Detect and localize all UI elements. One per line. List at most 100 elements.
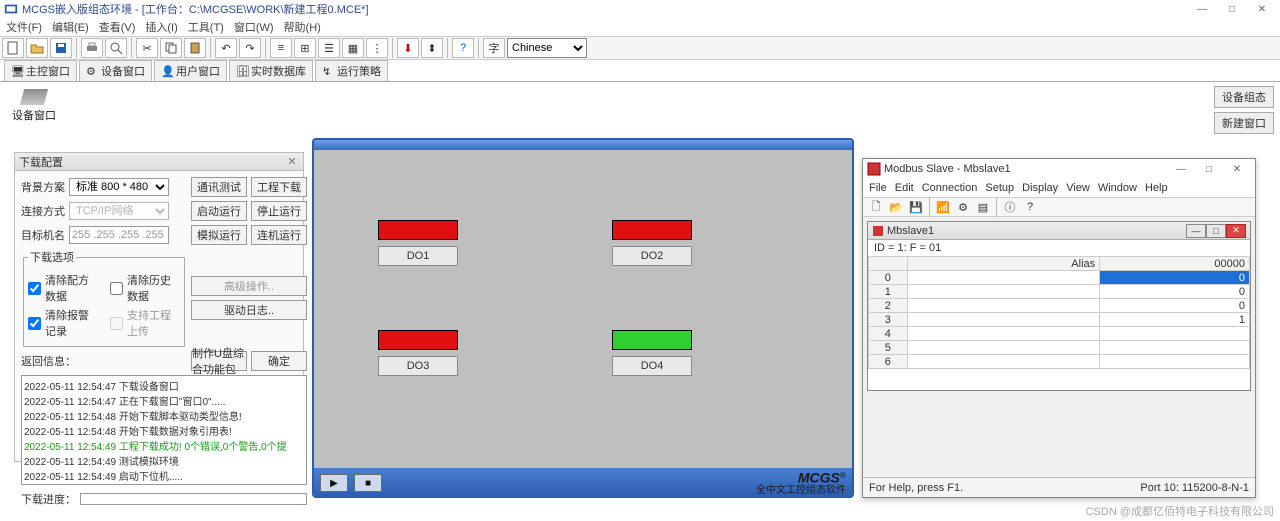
modbus-menu-view[interactable]: View	[1066, 182, 1090, 194]
tab-main-window[interactable]: 🖥主控窗口	[4, 60, 77, 81]
cut-icon[interactable]: ✂	[136, 38, 158, 58]
modbus-doc-header[interactable]: Mbslave1 — □ ✕	[868, 222, 1250, 240]
modbus-menu-edit[interactable]: Edit	[895, 182, 914, 194]
align-icon[interactable]: ≡	[270, 38, 292, 58]
modbus-row[interactable]: 20	[869, 299, 1250, 313]
ok-button[interactable]: 确定	[251, 351, 307, 371]
open-icon[interactable]	[26, 38, 48, 58]
modbus-row-alias[interactable]	[907, 313, 1100, 327]
tab-user-window[interactable]: 👤用户窗口	[154, 60, 227, 81]
mb-open-icon[interactable]: 📂	[887, 199, 905, 215]
runtime-titlebar[interactable]	[314, 140, 852, 150]
new-window-button[interactable]: 新建窗口	[1214, 112, 1274, 134]
tab-device-window[interactable]: ⚙设备窗口	[79, 60, 152, 81]
mb-doc-icon[interactable]: ▤	[974, 199, 992, 215]
device-panel-icon-box[interactable]: 设备窗口	[8, 86, 60, 126]
props-icon[interactable]: ⋮	[366, 38, 388, 58]
check-icon[interactable]: ⬍	[421, 38, 443, 58]
new-icon[interactable]	[2, 38, 24, 58]
modbus-menu-connection[interactable]: Connection	[922, 182, 978, 194]
modbus-row-value[interactable]	[1100, 327, 1250, 341]
minimize-button[interactable]: —	[1188, 1, 1216, 17]
modbus-row[interactable]: 5	[869, 341, 1250, 355]
do-button-do1[interactable]: DO1	[378, 246, 458, 266]
modbus-row-value[interactable]	[1100, 355, 1250, 369]
modbus-row-value[interactable]	[1100, 341, 1250, 355]
menu-edit[interactable]: 编辑(E)	[52, 19, 89, 35]
modbus-close-button[interactable]: ✕	[1223, 161, 1251, 177]
mb-about-icon[interactable]: ⓘ	[1001, 199, 1019, 215]
mb-settings-icon[interactable]: ⚙	[954, 199, 972, 215]
menu-insert[interactable]: 插入(I)	[145, 19, 177, 35]
modbus-minimize-button[interactable]: —	[1167, 161, 1195, 177]
menu-tools[interactable]: 工具(T)	[188, 19, 224, 35]
modbus-row-value[interactable]: 0	[1100, 299, 1250, 313]
do-button-do2[interactable]: DO2	[612, 246, 692, 266]
do-button-do4[interactable]: DO4	[612, 356, 692, 376]
modbus-doc-max-icon[interactable]: □	[1206, 224, 1226, 238]
modbus-row[interactable]: 31	[869, 313, 1250, 327]
undo-icon[interactable]: ↶	[215, 38, 237, 58]
modbus-menu-display[interactable]: Display	[1022, 182, 1058, 194]
modbus-menu-file[interactable]: File	[869, 182, 887, 194]
menu-view[interactable]: 查看(V)	[99, 19, 136, 35]
stop-button[interactable]: ■	[354, 474, 382, 492]
online-run-button[interactable]: 连机运行	[251, 225, 307, 245]
modbus-doc-close-icon[interactable]: ✕	[1226, 224, 1246, 238]
target-name-input[interactable]	[69, 226, 169, 244]
modbus-row-alias[interactable]	[907, 355, 1100, 369]
menu-file[interactable]: 文件(F)	[6, 19, 42, 35]
mb-save-icon[interactable]: 💾	[907, 199, 925, 215]
save-icon[interactable]	[50, 38, 72, 58]
modbus-row-alias[interactable]	[907, 341, 1100, 355]
bg-scheme-select[interactable]: 标准 800 * 480	[69, 178, 169, 196]
download-panel-close-icon[interactable]: ✕	[285, 155, 299, 169]
modbus-row-value[interactable]: 0	[1100, 285, 1250, 299]
modbus-row-alias[interactable]	[907, 285, 1100, 299]
run-icon[interactable]: ⬇	[397, 38, 419, 58]
copy-icon[interactable]	[160, 38, 182, 58]
stop-run-button[interactable]: 停止运行	[251, 201, 307, 221]
modbus-row-value[interactable]: 1	[1100, 313, 1250, 327]
play-button[interactable]: ▶	[320, 474, 348, 492]
opt-clear-alarm[interactable]: 清除报警记录	[28, 307, 98, 339]
close-button[interactable]: ✕	[1248, 1, 1276, 17]
modbus-menu-window[interactable]: Window	[1098, 182, 1137, 194]
modbus-row[interactable]: 4	[869, 327, 1250, 341]
opt-clear-recipe[interactable]: 清除配方数据	[28, 272, 98, 304]
modbus-row[interactable]: 10	[869, 285, 1250, 299]
advanced-button[interactable]: 高级操作..	[191, 276, 307, 296]
paste-icon[interactable]	[184, 38, 206, 58]
download-log-list[interactable]: 2022-05-11 12:54:47 下载设备窗口2022-05-11 12:…	[21, 375, 307, 485]
redo-icon[interactable]: ↷	[239, 38, 261, 58]
start-run-button[interactable]: 启动运行	[191, 201, 247, 221]
drive-log-button[interactable]: 驱动日志..	[191, 300, 307, 320]
modbus-menu-setup[interactable]: Setup	[985, 182, 1014, 194]
do-button-do3[interactable]: DO3	[378, 356, 458, 376]
project-download-button[interactable]: 工程下载	[251, 177, 307, 197]
tab-realtime-db[interactable]: 🗄实时数据库	[229, 60, 313, 81]
modbus-menu-help[interactable]: Help	[1145, 182, 1168, 194]
tab-run-strategy[interactable]: ↯运行策略	[315, 60, 388, 81]
modbus-maximize-button[interactable]: □	[1195, 161, 1223, 177]
list-icon[interactable]: ☰	[318, 38, 340, 58]
language-select[interactable]: Chinese	[507, 38, 587, 58]
grid-icon[interactable]: ⊞	[294, 38, 316, 58]
menu-help[interactable]: 帮助(H)	[284, 19, 321, 35]
usb-package-button[interactable]: 制作U盘综合功能包	[191, 351, 247, 371]
comm-test-button[interactable]: 通讯测试	[191, 177, 247, 197]
modbus-row-alias[interactable]	[907, 299, 1100, 313]
modbus-table-wrap[interactable]: Alias 00000 00102031456	[868, 256, 1250, 390]
opt-clear-history[interactable]: 清除历史数据	[110, 272, 180, 304]
modbus-titlebar[interactable]: Modbus Slave - Mbslave1 — □ ✕	[863, 159, 1255, 179]
print-icon[interactable]	[81, 38, 103, 58]
menu-window[interactable]: 窗口(W)	[234, 19, 274, 35]
modbus-row-alias[interactable]	[907, 271, 1100, 285]
mb-connect-icon[interactable]: 📶	[934, 199, 952, 215]
mb-help-icon[interactable]: ?	[1021, 199, 1039, 215]
modbus-row-value[interactable]: 0	[1100, 271, 1250, 285]
modbus-row[interactable]: 6	[869, 355, 1250, 369]
mb-new-icon[interactable]: 🗋	[867, 199, 885, 215]
grid2-icon[interactable]: ▦	[342, 38, 364, 58]
conn-type-select[interactable]: TCP/IP网络	[69, 202, 169, 220]
